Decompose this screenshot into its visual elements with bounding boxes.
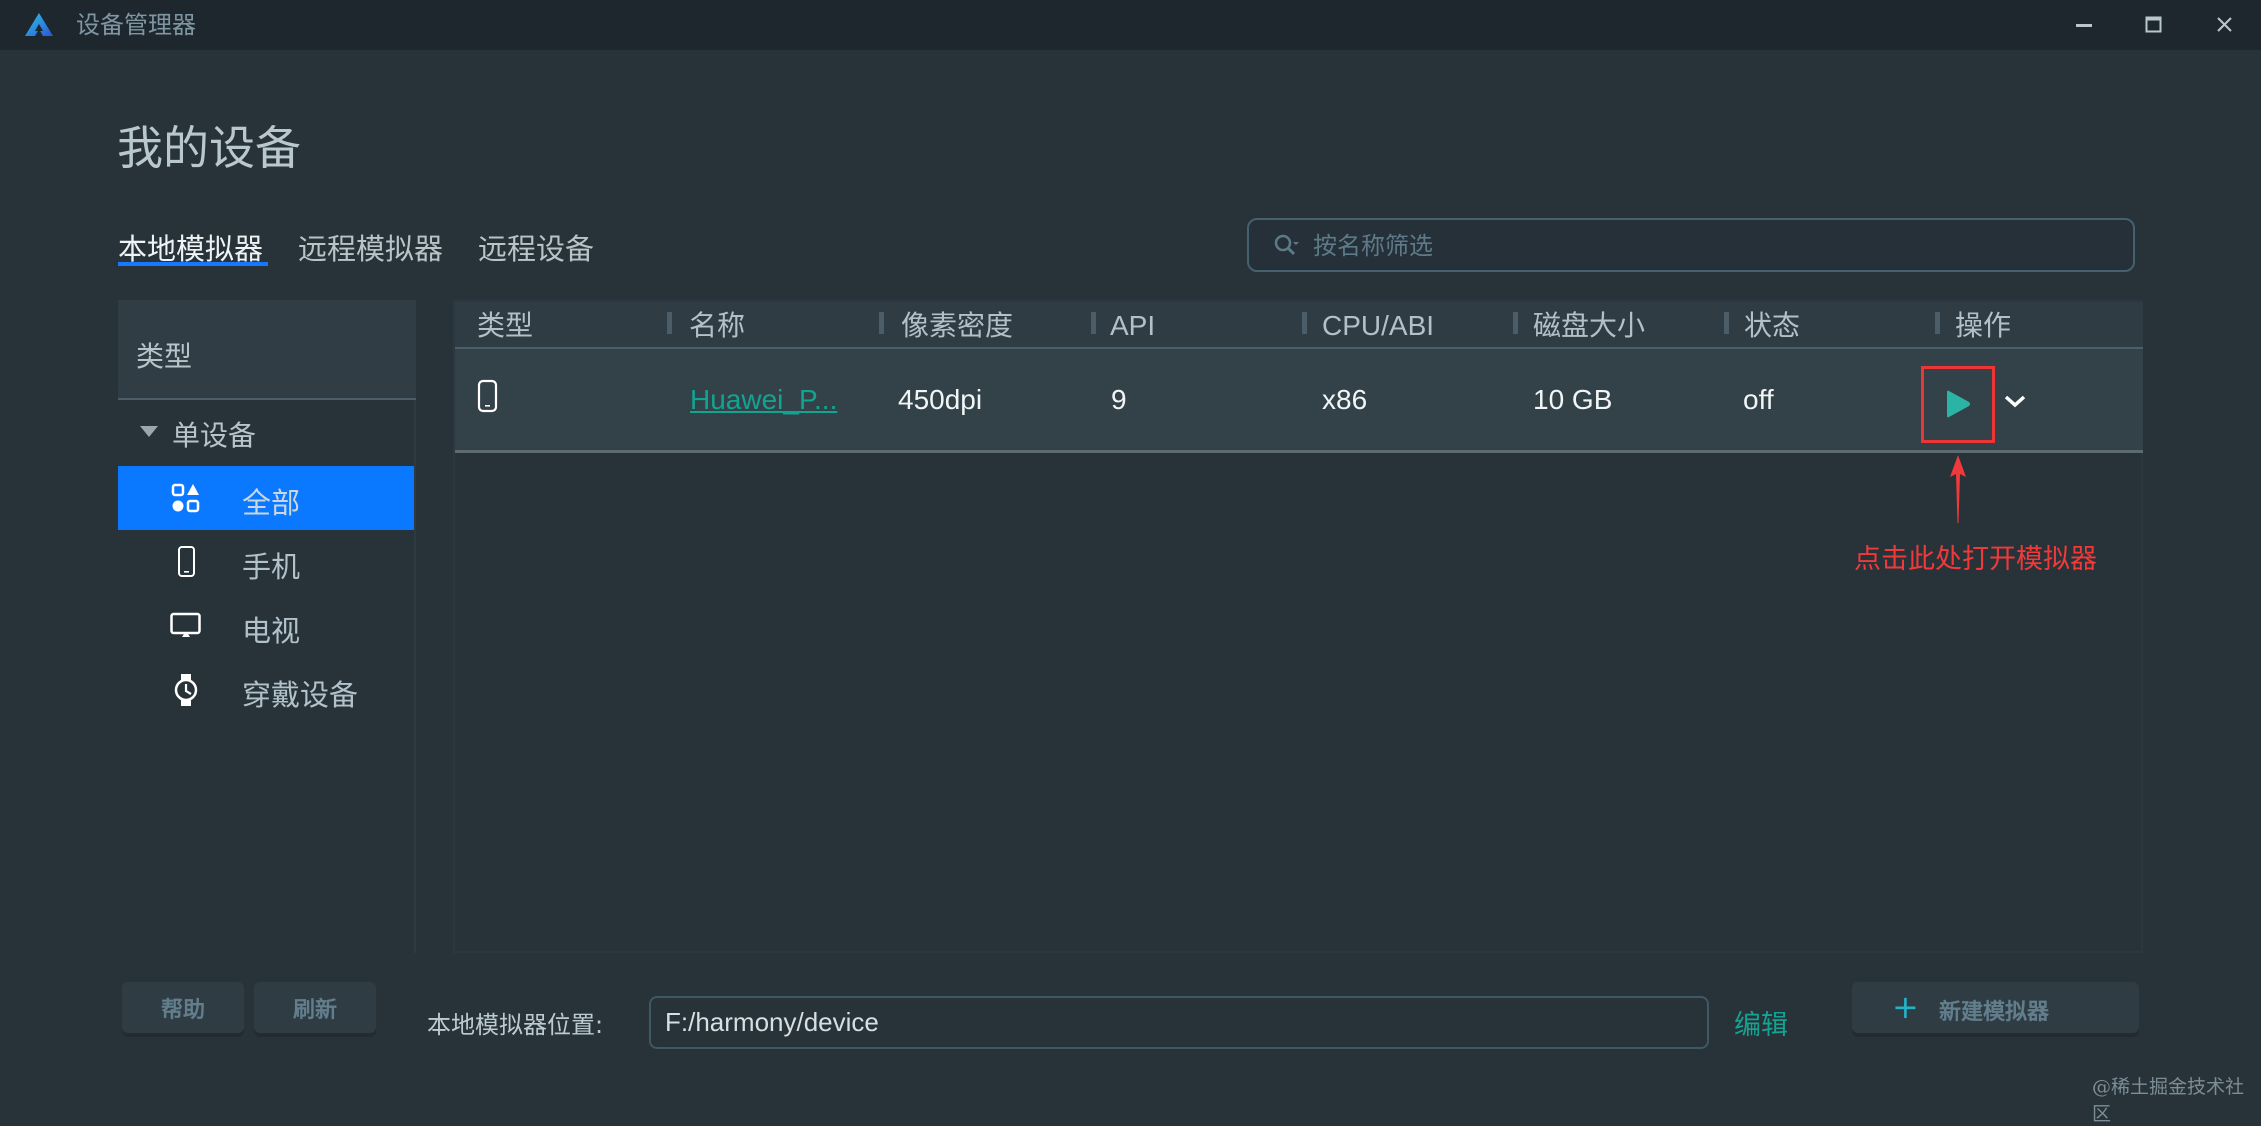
tv-icon — [170, 610, 202, 642]
device-table: 类型 名称 像素密度 API CPU/ABI 磁盘大小 状态 操作 Huawei… — [453, 300, 2143, 953]
column-header-disk[interactable]: 磁盘大小 — [1533, 306, 1645, 346]
more-actions-button[interactable] — [2001, 389, 2029, 413]
column-resize-handle[interactable] — [1091, 312, 1096, 334]
page-title: 我的设备 — [117, 121, 301, 175]
chevron-down-icon — [2004, 395, 2026, 408]
new-emulator-button[interactable]: + 新建模拟器 — [1852, 982, 2139, 1033]
sidebar-item-all[interactable]: 全部 — [118, 466, 414, 530]
column-resize-handle[interactable] — [667, 312, 672, 334]
sidebar-header: 类型 — [118, 300, 416, 400]
sidebar-item-label: 电视 — [242, 614, 301, 648]
watch-icon — [170, 674, 202, 706]
sidebar-group-single-device[interactable]: 单设备 — [118, 400, 414, 466]
phone-icon — [477, 379, 499, 415]
help-button[interactable]: 帮助 — [122, 982, 244, 1033]
column-header-actions: 操作 — [1955, 309, 2012, 342]
minimize-button[interactable] — [2054, 0, 2114, 50]
sidebar-group-label: 单设备 — [172, 419, 257, 452]
search-icon — [1273, 233, 1301, 261]
device-type-sidebar: 类型 单设备 全部 手机 电视 穿戴设备 — [118, 300, 416, 953]
table-row[interactable]: Huawei_P... 450dpi 9 x86 10 GB off — [455, 349, 2143, 453]
emulator-location-label: 本地模拟器位置: — [427, 1011, 604, 1039]
play-icon — [1947, 390, 1970, 418]
column-resize-handle[interactable] — [1302, 312, 1307, 334]
refresh-button[interactable]: 刷新 — [254, 982, 376, 1033]
maximize-icon — [2145, 16, 2162, 33]
search-input[interactable] — [1311, 220, 2095, 272]
emulator-location-input[interactable] — [649, 996, 1709, 1049]
column-header-name[interactable]: 名称 — [689, 306, 745, 346]
caret-down-icon[interactable] — [140, 426, 158, 437]
column-header-status[interactable]: 状态 — [1744, 306, 1800, 346]
deveco-logo-icon — [24, 12, 54, 38]
sidebar-item-label: 手机 — [242, 550, 301, 584]
sidebar-header-label: 类型 — [136, 340, 193, 373]
new-emulator-label: 新建模拟器 — [1939, 1000, 2050, 1025]
cell-status: off — [1743, 384, 1774, 415]
column-header-type[interactable]: 类型 — [477, 306, 533, 346]
device-name-link[interactable]: Huawei_P... — [690, 381, 837, 419]
all-categories-icon — [170, 482, 202, 514]
phone-icon — [170, 546, 202, 578]
plus-icon: + — [1892, 988, 1919, 1026]
table-header: 类型 名称 像素密度 API CPU/ABI 磁盘大小 状态 操作 — [455, 302, 2143, 349]
sidebar-item-tv[interactable]: 电视 — [118, 594, 414, 658]
active-tab-indicator — [118, 262, 268, 266]
sidebar-item-phone[interactable]: 手机 — [118, 530, 414, 594]
column-header-api[interactable]: API — [1110, 306, 1155, 346]
close-button[interactable] — [2195, 0, 2255, 50]
maximize-button[interactable] — [2124, 0, 2184, 50]
tab-remote-emulator[interactable]: 远程模拟器 — [298, 230, 443, 268]
search-box[interactable] — [1247, 218, 2135, 272]
cell-api: 9 — [1111, 384, 1127, 415]
sidebar-item-label: 全部 — [242, 486, 301, 520]
sidebar-item-label: 穿戴设备 — [242, 678, 359, 712]
close-icon — [2217, 17, 2232, 32]
column-header-cpu-abi[interactable]: CPU/ABI — [1322, 306, 1434, 346]
window-title: 设备管理器 — [76, 11, 196, 39]
cell-disk-size: 10 GB — [1533, 384, 1613, 415]
edit-location-link[interactable]: 编辑 — [1734, 1003, 1788, 1042]
title-bar: 设备管理器 — [0, 0, 2261, 50]
watermark: @稀土掘金技术社区 — [2092, 1076, 2245, 1125]
tab-remote-device[interactable]: 远程设备 — [478, 230, 594, 268]
cell-cpu-abi: x86 — [1322, 384, 1368, 415]
column-resize-handle[interactable] — [1513, 312, 1518, 334]
column-header-density[interactable]: 像素密度 — [901, 306, 1013, 346]
annotation-text: 点击此处打开模拟器 — [1854, 544, 2097, 574]
column-resize-handle[interactable] — [879, 312, 884, 334]
run-emulator-button[interactable] — [1935, 379, 1981, 429]
column-resize-handle[interactable] — [1724, 312, 1729, 334]
cell-density: 450dpi — [898, 384, 983, 415]
sidebar-item-wearable[interactable]: 穿戴设备 — [118, 658, 414, 722]
column-resize-handle[interactable] — [1935, 312, 1940, 334]
minimize-icon — [2076, 24, 2092, 27]
annotation-arrow-icon — [1947, 455, 1969, 523]
